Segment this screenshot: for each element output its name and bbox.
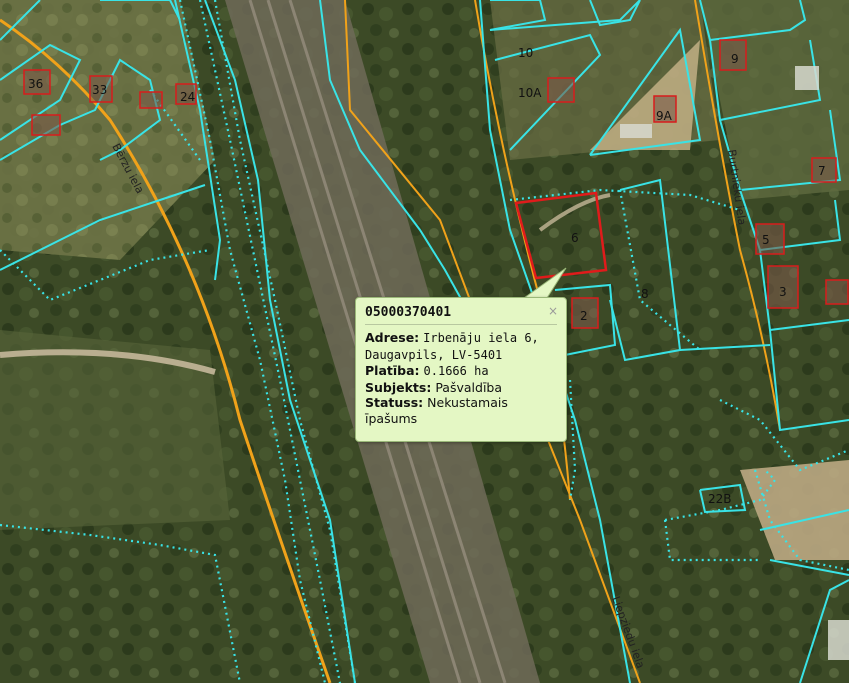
area-label: Platība:	[365, 363, 420, 378]
parcel-info-popup: 05000370401 × Adrese: Irbenāju iela 6, D…	[355, 297, 567, 442]
area-value: 0.1666 ha	[423, 364, 489, 378]
clearing-area	[0, 330, 230, 530]
parcel-number: 33	[92, 83, 107, 97]
parcel-number: 24	[180, 90, 195, 104]
area-row: Platība: 0.1666 ha	[365, 363, 561, 380]
subject-label: Subjekts:	[365, 379, 432, 395]
cadastral-number: 05000370401	[365, 305, 452, 320]
popup-details: Adrese: Irbenāju iela 6, Daugavpils, LV-…	[365, 330, 561, 426]
parcel-number: 8	[641, 287, 649, 301]
close-icon[interactable]: ×	[548, 304, 558, 318]
parcel-number: 10A	[518, 86, 542, 100]
status-label: Statuss:	[365, 395, 424, 410]
parcel-number: 6	[571, 231, 579, 245]
subject-value: Pašvaldība	[435, 379, 503, 395]
parcel-number: 5	[762, 233, 770, 247]
parcel-number: 10	[518, 46, 533, 60]
parcel-number: 22B	[708, 492, 732, 506]
subject-row: Subjekts: Pašvaldība	[365, 380, 561, 396]
parcel-number: 7	[818, 164, 826, 178]
parcel-number: 3	[779, 285, 787, 299]
parcel-number: 36	[28, 77, 43, 91]
parcel-number: 9A	[656, 109, 673, 123]
address-label: Adrese:	[365, 330, 420, 345]
map-view[interactable]: 36 33 24 10 10A 9 9A 7 6 8 5 3 2 22B Bēr…	[0, 0, 849, 683]
parcel-number: 2	[580, 309, 588, 323]
parcel-number: 9	[731, 52, 739, 66]
address-row: Adrese: Irbenāju iela 6, Daugavpils, LV-…	[365, 330, 561, 363]
popup-divider	[365, 324, 557, 325]
status-row: Statuss: Nekustamais īpašums	[365, 395, 561, 426]
